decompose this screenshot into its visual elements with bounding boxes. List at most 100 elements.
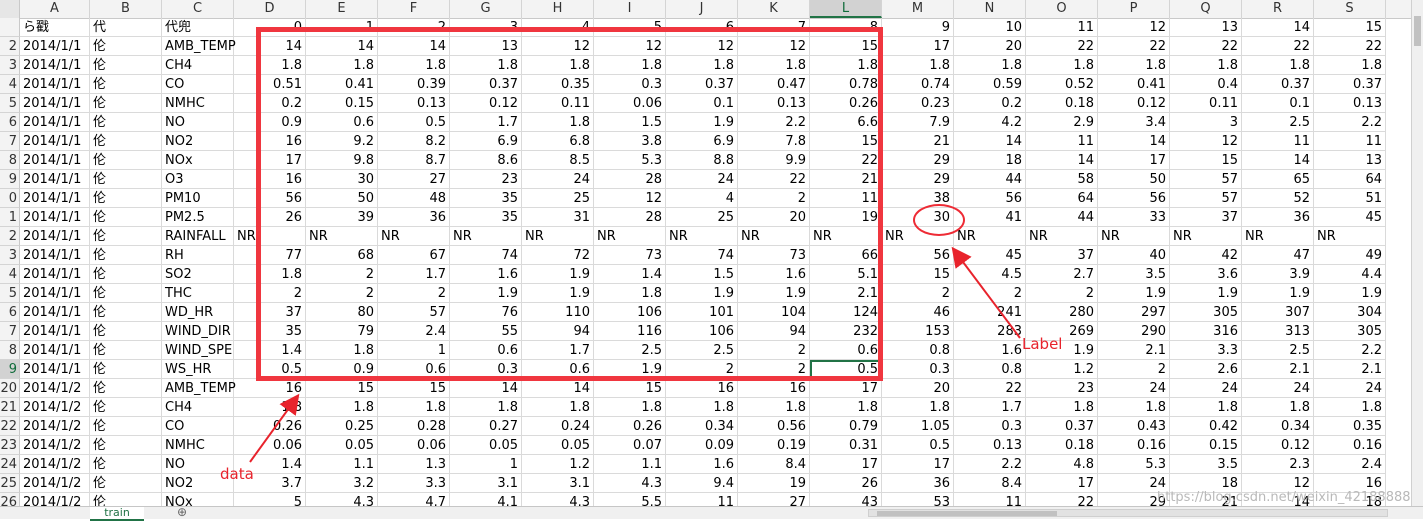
cell-k16[interactable]: 104 xyxy=(738,303,810,322)
cell-a20[interactable]: 2014/1/2 xyxy=(20,379,90,398)
cell-n2[interactable]: 20 xyxy=(954,37,1026,56)
cell-c16[interactable]: WD_HR xyxy=(162,303,234,322)
cell-n3[interactable]: 1.8 xyxy=(954,56,1026,75)
cell-h17[interactable]: 94 xyxy=(522,322,594,341)
cell-m22[interactable]: 1.05 xyxy=(882,417,954,436)
cell-p1[interactable]: 12 xyxy=(1098,18,1170,37)
cell-c17[interactable]: WIND_DIR xyxy=(162,322,234,341)
cell-i20[interactable]: 15 xyxy=(594,379,666,398)
cell-n9[interactable]: 44 xyxy=(954,170,1026,189)
cell-h23[interactable]: 0.05 xyxy=(522,436,594,455)
row-header-22[interactable]: 22 xyxy=(0,417,20,436)
cell-p16[interactable]: 297 xyxy=(1098,303,1170,322)
cell-m2[interactable]: 17 xyxy=(882,37,954,56)
cell-o1[interactable]: 11 xyxy=(1026,18,1098,37)
cell-k17[interactable]: 94 xyxy=(738,322,810,341)
cell-n25[interactable]: 8.4 xyxy=(954,474,1026,493)
cell-r4[interactable]: 0.37 xyxy=(1242,75,1314,94)
cell-e2[interactable]: 14 xyxy=(306,37,378,56)
cell-m23[interactable]: 0.5 xyxy=(882,436,954,455)
cell-q23[interactable]: 0.15 xyxy=(1170,436,1242,455)
cell-l3[interactable]: 1.8 xyxy=(810,56,882,75)
cell-i7[interactable]: 3.8 xyxy=(594,132,666,151)
cell-i22[interactable]: 0.26 xyxy=(594,417,666,436)
cell-s15[interactable]: 1.9 xyxy=(1314,284,1386,303)
cell-l22[interactable]: 0.79 xyxy=(810,417,882,436)
cell-m8[interactable]: 29 xyxy=(882,151,954,170)
cell-a24[interactable]: 2014/1/2 xyxy=(20,455,90,474)
cell-b2[interactable]: 伦 xyxy=(90,37,162,56)
cell-p11[interactable]: 33 xyxy=(1098,208,1170,227)
cell-s5[interactable]: 0.13 xyxy=(1314,94,1386,113)
cell-a8[interactable]: 2014/1/1 xyxy=(20,151,90,170)
cell-k9[interactable]: 22 xyxy=(738,170,810,189)
cell-f18[interactable]: 1 xyxy=(378,341,450,360)
cell-b15[interactable]: 伦 xyxy=(90,284,162,303)
cell-a10[interactable]: 2014/1/1 xyxy=(20,189,90,208)
cell-i9[interactable]: 28 xyxy=(594,170,666,189)
row-header-24[interactable]: 24 xyxy=(0,455,20,474)
cell-l13[interactable]: 66 xyxy=(810,246,882,265)
cell-f6[interactable]: 0.5 xyxy=(378,113,450,132)
cell-h15[interactable]: 1.9 xyxy=(522,284,594,303)
cell-q21[interactable]: 1.8 xyxy=(1170,398,1242,417)
cell-m5[interactable]: 0.23 xyxy=(882,94,954,113)
cell-s11[interactable]: 45 xyxy=(1314,208,1386,227)
cell-r2[interactable]: 22 xyxy=(1242,37,1314,56)
cell-q20[interactable]: 24 xyxy=(1170,379,1242,398)
cell-l4[interactable]: 0.78 xyxy=(810,75,882,94)
cell-m25[interactable]: 36 xyxy=(882,474,954,493)
cell-l8[interactable]: 22 xyxy=(810,151,882,170)
cell-c12[interactable]: RAINFALL xyxy=(162,227,234,246)
cell-n19[interactable]: 0.8 xyxy=(954,360,1026,379)
cell-e10[interactable]: 50 xyxy=(306,189,378,208)
cell-g8[interactable]: 8.6 xyxy=(450,151,522,170)
cell-c10[interactable]: PM10 xyxy=(162,189,234,208)
cell-r19[interactable]: 2.1 xyxy=(1242,360,1314,379)
cell-l18[interactable]: 0.6 xyxy=(810,341,882,360)
cell-o24[interactable]: 4.8 xyxy=(1026,455,1098,474)
cell-d6[interactable]: 0.9 xyxy=(234,113,306,132)
cell-r10[interactable]: 52 xyxy=(1242,189,1314,208)
cell-m1[interactable]: 9 xyxy=(882,18,954,37)
cell-g15[interactable]: 1.9 xyxy=(450,284,522,303)
row-header-13[interactable]: 3 xyxy=(0,246,20,265)
cell-d2[interactable]: 14 xyxy=(234,37,306,56)
cell-g17[interactable]: 55 xyxy=(450,322,522,341)
cell-k14[interactable]: 1.6 xyxy=(738,265,810,284)
cell-h24[interactable]: 1.2 xyxy=(522,455,594,474)
cell-e14[interactable]: 2 xyxy=(306,265,378,284)
cell-q6[interactable]: 3 xyxy=(1170,113,1242,132)
cell-b11[interactable]: 伦 xyxy=(90,208,162,227)
cell-m7[interactable]: 21 xyxy=(882,132,954,151)
cell-q9[interactable]: 57 xyxy=(1170,170,1242,189)
cell-g24[interactable]: 1 xyxy=(450,455,522,474)
row-header-14[interactable]: 4 xyxy=(0,265,20,284)
cell-h5[interactable]: 0.11 xyxy=(522,94,594,113)
cell-q12[interactable]: NR xyxy=(1170,227,1242,246)
cell-e18[interactable]: 1.8 xyxy=(306,341,378,360)
cell-a14[interactable]: 2014/1/1 xyxy=(20,265,90,284)
cell-g16[interactable]: 76 xyxy=(450,303,522,322)
cell-l9[interactable]: 21 xyxy=(810,170,882,189)
cell-a2[interactable]: 2014/1/1 xyxy=(20,37,90,56)
row-header-15[interactable]: 5 xyxy=(0,284,20,303)
cell-f4[interactable]: 0.39 xyxy=(378,75,450,94)
cell-a22[interactable]: 2014/1/2 xyxy=(20,417,90,436)
cell-j15[interactable]: 1.9 xyxy=(666,284,738,303)
cell-b6[interactable]: 伦 xyxy=(90,113,162,132)
column-header-h[interactable]: H xyxy=(522,0,594,18)
cell-o15[interactable]: 2 xyxy=(1026,284,1098,303)
cell-s23[interactable]: 0.16 xyxy=(1314,436,1386,455)
cell-j26[interactable]: 11 xyxy=(666,493,738,506)
cell-e23[interactable]: 0.05 xyxy=(306,436,378,455)
cell-i25[interactable]: 4.3 xyxy=(594,474,666,493)
cell-b25[interactable]: 伦 xyxy=(90,474,162,493)
column-header-i[interactable]: I xyxy=(594,0,666,18)
cell-f14[interactable]: 1.7 xyxy=(378,265,450,284)
cell-c15[interactable]: THC xyxy=(162,284,234,303)
cell-p24[interactable]: 5.3 xyxy=(1098,455,1170,474)
cell-i12[interactable]: NR xyxy=(594,227,666,246)
cell-n1[interactable]: 10 xyxy=(954,18,1026,37)
cell-i10[interactable]: 12 xyxy=(594,189,666,208)
